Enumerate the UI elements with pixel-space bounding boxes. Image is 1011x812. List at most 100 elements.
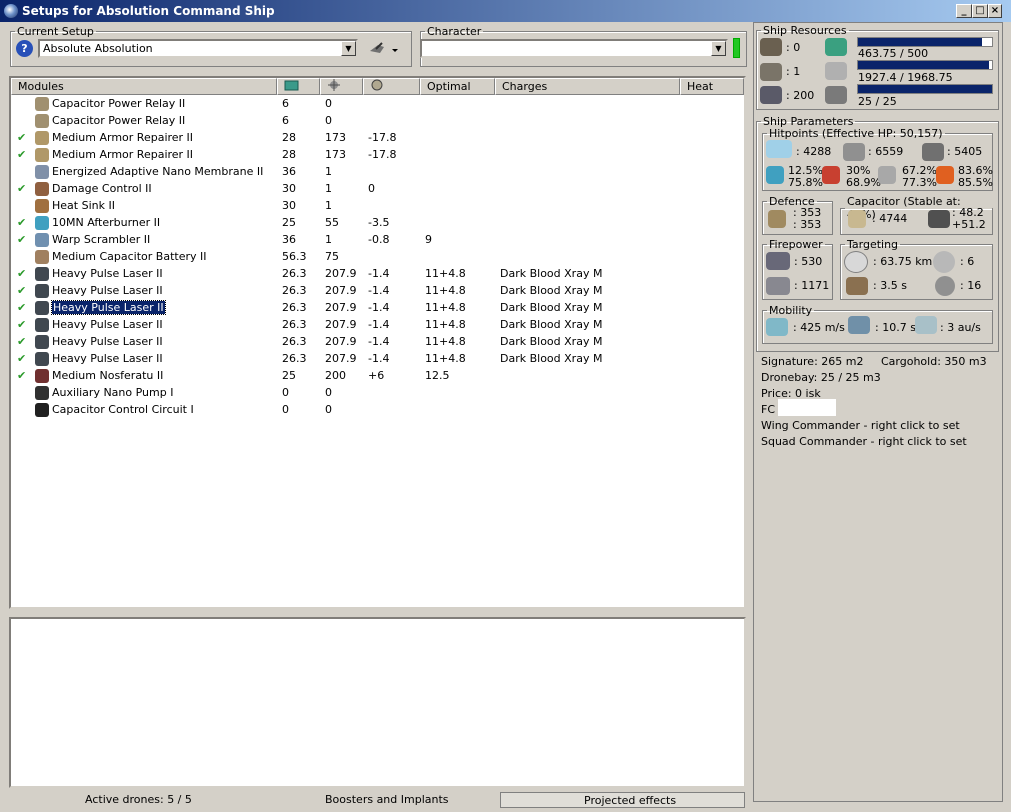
dronebay-label: Dronebay: 25 / 25 m3: [761, 371, 881, 384]
hitpoints-legend: Hitpoints (Effective HP: 50,157): [769, 127, 943, 140]
module-name: Heavy Pulse Laser II: [52, 267, 163, 280]
column-cpu[interactable]: [277, 78, 320, 95]
module-powergrid: 207.9: [325, 352, 357, 365]
module-row[interactable]: ✔ 10MN Afterburner II 25 55 -3.5: [11, 214, 744, 231]
membrane-icon: [35, 165, 49, 179]
active-check-icon[interactable]: ✔: [17, 352, 26, 365]
module-name: 10MN Afterburner II: [52, 216, 161, 229]
module-cpu: 26.3: [282, 284, 307, 297]
speed-value: : 425 m/s: [793, 321, 845, 334]
cpu-icon: [284, 80, 299, 91]
active-check-icon[interactable]: ✔: [17, 148, 26, 161]
help-icon[interactable]: ?: [16, 40, 33, 57]
module-row[interactable]: ✔ Warp Scrambler II 36 1 -0.8 9: [11, 231, 744, 248]
active-check-icon[interactable]: ✔: [17, 335, 26, 348]
module-row[interactable]: Capacitor Control Circuit I 0 0: [11, 401, 744, 418]
active-check-icon[interactable]: ✔: [17, 182, 26, 195]
module-charge[interactable]: Dark Blood Xray M: [500, 301, 602, 314]
module-cpu: 25: [282, 369, 296, 382]
maximize-button[interactable]: □: [972, 4, 988, 18]
module-capacitor: -1.4: [368, 318, 390, 331]
module-row[interactable]: Capacitor Power Relay II 6 0: [11, 112, 744, 129]
module-row[interactable]: Medium Capacitor Battery II 56.3 75: [11, 248, 744, 265]
chevron-down-icon[interactable]: ▼: [341, 41, 356, 56]
column-capacitor[interactable]: [363, 78, 420, 95]
column-modules[interactable]: Modules: [11, 78, 277, 95]
module-row[interactable]: Heat Sink II 30 1: [11, 197, 744, 214]
fc-slot[interactable]: [778, 399, 836, 416]
ship-menu-button[interactable]: [368, 41, 400, 57]
boosters-implants-tab[interactable]: Boosters and Implants: [325, 793, 449, 806]
active-check-icon[interactable]: ✔: [17, 284, 26, 297]
active-check-icon[interactable]: ✔: [17, 318, 26, 331]
module-name: Energized Adaptive Nano Membrane II: [52, 165, 264, 178]
module-optimal: 11+4.8: [425, 352, 466, 365]
module-row[interactable]: ✔ Damage Control II 30 1 0: [11, 180, 744, 197]
module-row[interactable]: ✔ Heavy Pulse Laser II 26.3 207.9 -1.4 11+4.8…: [11, 350, 744, 367]
cargohold-label: Cargohold: 350 m3: [881, 355, 987, 368]
module-row[interactable]: ✔ Medium Armor Repairer II 28 173 -17.8: [11, 129, 744, 146]
module-charge[interactable]: Dark Blood Xray M: [500, 352, 602, 365]
modules-list[interactable]: Modules Optimal Charges Heat Capacitor P…: [9, 76, 746, 609]
module-row[interactable]: ✔ Heavy Pulse Laser II 26.3 207.9 -1.4 11+4.8…: [11, 299, 744, 316]
chevron-down-icon[interactable]: ▼: [711, 41, 726, 56]
module-charge[interactable]: Dark Blood Xray M: [500, 267, 602, 280]
column-optimal[interactable]: Optimal: [420, 78, 495, 95]
module-powergrid: 200: [325, 369, 346, 382]
active-drones-label[interactable]: Active drones: 5 / 5: [85, 793, 192, 806]
armor-repairer-icon: [35, 148, 49, 162]
turret-count: : 0: [786, 41, 801, 54]
module-row[interactable]: ✔ Heavy Pulse Laser II 26.3 207.9 -1.4 11+4.8…: [11, 282, 744, 299]
minimize-button[interactable]: _: [956, 4, 972, 18]
active-check-icon[interactable]: ✔: [17, 131, 26, 144]
module-powergrid: 207.9: [325, 318, 357, 331]
capacitor-circuit-icon: [35, 403, 49, 417]
firepower-legend: Firepower: [769, 238, 823, 251]
module-row[interactable]: Auxiliary Nano Pump I 0 0: [11, 384, 744, 401]
warp-scrambler-icon: [35, 233, 49, 247]
module-capacitor: -17.8: [368, 131, 397, 144]
module-row[interactable]: ✔ Heavy Pulse Laser II 26.3 207.9 -1.4 11+4.8…: [11, 265, 744, 282]
wing-commander-label[interactable]: Wing Commander - right click to set: [761, 419, 960, 432]
active-check-icon[interactable]: ✔: [17, 301, 26, 314]
drones-panel[interactable]: [9, 617, 746, 788]
module-row[interactable]: Capacitor Power Relay II 6 0: [11, 95, 744, 112]
column-heat[interactable]: Heat: [680, 78, 744, 95]
module-optimal: 9: [425, 233, 432, 246]
column-powergrid[interactable]: [320, 78, 363, 95]
module-capacitor: +6: [368, 369, 385, 382]
module-cpu: 6: [282, 114, 289, 127]
column-charges[interactable]: Charges: [495, 78, 680, 95]
module-charge[interactable]: Dark Blood Xray M: [500, 284, 602, 297]
current-setup-legend: Current Setup: [17, 25, 94, 38]
targeting-legend: Targeting: [847, 238, 899, 251]
module-capacitor: -3.5: [368, 216, 390, 229]
powergrid-icon: [328, 79, 340, 91]
character-select[interactable]: ▼: [420, 39, 728, 58]
module-row[interactable]: Energized Adaptive Nano Membrane II 36 1: [11, 163, 744, 180]
projected-effects-tab[interactable]: Projected effects: [500, 792, 745, 808]
module-cpu: 26.3: [282, 301, 307, 314]
active-check-icon[interactable]: ✔: [17, 369, 26, 382]
module-capacitor: -1.4: [368, 301, 390, 314]
active-check-icon[interactable]: ✔: [17, 267, 26, 280]
squad-commander-label[interactable]: Squad Commander - right click to set: [761, 435, 967, 448]
armor-repairer-icon: [35, 131, 49, 145]
module-name: Capacitor Power Relay II: [52, 97, 186, 110]
laser-icon: [35, 318, 49, 332]
module-capacitor: -0.8: [368, 233, 390, 246]
setup-select[interactable]: Absolute Absolution ▼: [38, 39, 358, 58]
active-check-icon[interactable]: ✔: [17, 216, 26, 229]
module-charge[interactable]: Dark Blood Xray M: [500, 318, 602, 331]
shield-hp: : 4288: [796, 145, 832, 158]
module-row[interactable]: ✔ Heavy Pulse Laser II 26.3 207.9 -1.4 11+4.8…: [11, 316, 744, 333]
module-row[interactable]: ✔ Heavy Pulse Laser II 26.3 207.9 -1.4 11+4.8…: [11, 333, 744, 350]
module-powergrid: 0: [325, 386, 332, 399]
active-check-icon[interactable]: ✔: [17, 233, 26, 246]
align-time-icon: [848, 316, 870, 334]
close-button[interactable]: ×: [988, 4, 1002, 18]
module-cpu: 26.3: [282, 335, 307, 348]
module-row[interactable]: ✔ Medium Armor Repairer II 28 173 -17.8: [11, 146, 744, 163]
module-row[interactable]: ✔ Medium Nosferatu II 25 200 +6 12.5: [11, 367, 744, 384]
module-charge[interactable]: Dark Blood Xray M: [500, 335, 602, 348]
